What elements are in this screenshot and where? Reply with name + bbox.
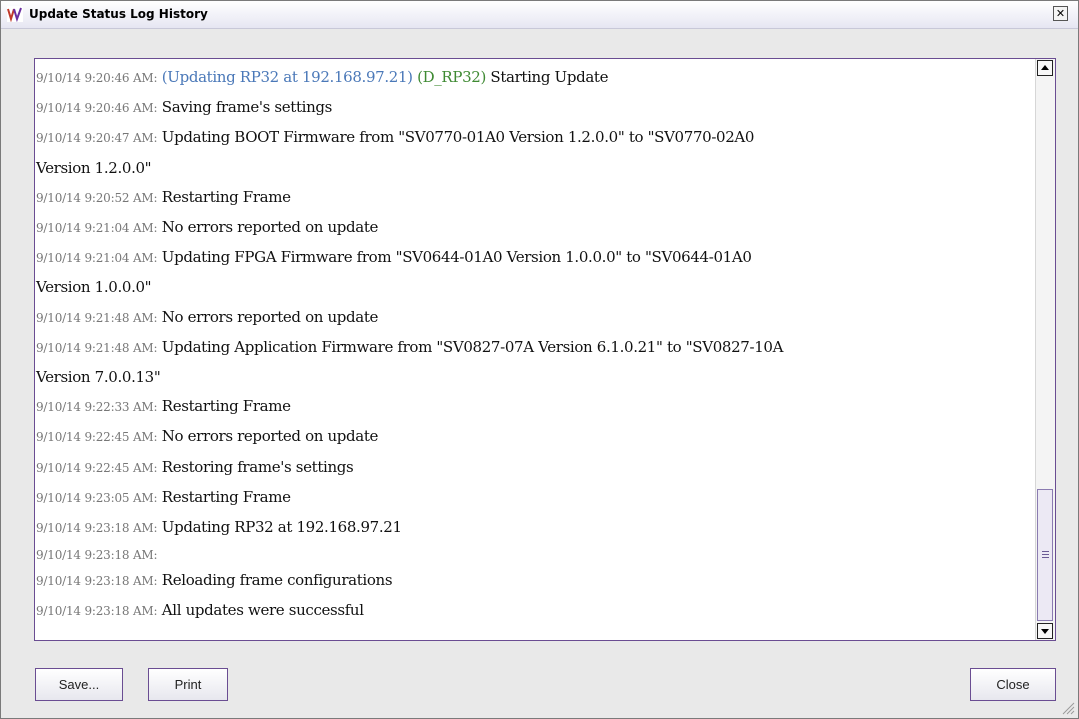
log-message: Restarting Frame — [161, 187, 291, 206]
log-message-continuation: Version 7.0.0.13" — [36, 368, 161, 387]
log-message: Starting Update — [490, 68, 609, 86]
log-timestamp: 9/10/14 9:23:18 AM: — [36, 604, 158, 619]
log-message-continuation: Version 1.2.0.0" — [36, 158, 152, 177]
log-message: Restarting Frame — [161, 397, 291, 416]
log-message: No errors reported on update — [161, 427, 379, 446]
log-line: 9/10/14 9:22:33 AM: Restarting Frame — [35, 392, 1035, 422]
vertical-scrollbar[interactable] — [1035, 59, 1055, 640]
log-lines: 9/10/14 9:20:46 AM: (Updating RP32 at 19… — [35, 63, 1035, 627]
log-timestamp: 9/10/14 9:20:47 AM: — [36, 131, 158, 146]
title-bar: Update Status Log History ✕ — [1, 1, 1078, 29]
log-timestamp: 9/10/14 9:23:18 AM: — [36, 574, 158, 589]
log-line: 9/10/14 9:21:48 AM: No errors reported o… — [35, 303, 1035, 333]
log-message: Updating BOOT Firmware from "SV0770-01A0… — [161, 128, 755, 147]
scroll-up-button[interactable] — [1037, 60, 1053, 76]
log-timestamp: 9/10/14 9:21:04 AM: — [36, 251, 158, 266]
update-status-log-window: Update Status Log History ✕ 9/10/14 9:20… — [0, 0, 1079, 719]
log-text-area[interactable]: 9/10/14 9:20:46 AM: (Updating RP32 at 19… — [34, 58, 1056, 641]
log-message-continuation: Version 1.0.0.0" — [36, 278, 152, 297]
log-line: 9/10/14 9:21:04 AM: Updating FPGA Firmwa… — [35, 243, 1035, 273]
log-line: 9/10/14 9:21:04 AM: No errors reported o… — [35, 213, 1035, 243]
log-message: Updating Application Firmware from "SV08… — [161, 337, 784, 356]
log-line: 9/10/14 9:20:47 AM: Updating BOOT Firmwa… — [35, 123, 1035, 153]
log-timestamp: 9/10/14 9:21:48 AM: — [36, 310, 158, 325]
log-timestamp: 9/10/14 9:21:04 AM: — [36, 221, 158, 236]
log-timestamp: 9/10/14 9:23:18 AM: — [36, 521, 158, 536]
scrollbar-thumb[interactable] — [1037, 489, 1053, 621]
log-timestamp: 9/10/14 9:22:45 AM: — [36, 430, 158, 445]
log-message: Restoring frame's settings — [161, 457, 354, 476]
log-line: 9/10/14 9:20:46 AM: (Updating RP32 at 19… — [35, 63, 1035, 93]
log-line: 9/10/14 9:22:45 AM: No errors reported o… — [35, 422, 1035, 452]
log-line: 9/10/14 9:20:52 AM: Restarting Frame — [35, 183, 1035, 213]
log-timestamp: 9/10/14 9:21:48 AM: — [36, 340, 158, 355]
log-line: 9/10/14 9:23:18 AM: — [35, 543, 1035, 566]
log-timestamp: 9/10/14 9:20:46 AM: — [36, 101, 158, 116]
resize-grip-icon[interactable] — [1061, 701, 1075, 715]
log-line: 9/10/14 9:22:45 AM: Restoring frame's se… — [35, 453, 1035, 483]
log-timestamp: 9/10/14 9:22:33 AM: — [36, 400, 158, 415]
save-button[interactable]: Save... — [35, 668, 123, 701]
log-update-target: (Updating RP32 at 192.168.97.21) — [161, 68, 413, 86]
log-line: 9/10/14 9:21:48 AM: Updating Application… — [35, 333, 1035, 363]
print-button[interactable]: Print — [148, 668, 228, 701]
log-message: Updating RP32 at 192.168.97.21 — [161, 518, 402, 537]
log-line: 9/10/14 9:20:46 AM: Saving frame's setti… — [35, 93, 1035, 123]
log-line: 9/10/14 9:23:05 AM: Restarting Frame — [35, 483, 1035, 513]
log-message: No errors reported on update — [161, 307, 379, 326]
log-message: Updating FPGA Firmware from "SV0644-01A0… — [161, 248, 752, 267]
log-message: Reloading frame configurations — [161, 571, 393, 590]
scroll-down-button[interactable] — [1037, 623, 1053, 639]
app-logo-icon — [7, 6, 23, 22]
window-title: Update Status Log History — [29, 7, 208, 21]
log-line: 9/10/14 9:23:18 AM: Reloading frame conf… — [35, 566, 1035, 596]
log-message: Saving frame's settings — [161, 98, 333, 117]
close-button[interactable]: Close — [970, 668, 1056, 701]
log-line: 9/10/14 9:23:18 AM: Updating RP32 at 192… — [35, 513, 1035, 543]
scrollbar-grip-icon — [1042, 551, 1049, 560]
log-message: No errors reported on update — [161, 218, 379, 237]
log-timestamp: 9/10/14 9:20:46 AM: — [36, 71, 158, 85]
log-line: 9/10/14 9:23:18 AM: All updates were suc… — [35, 596, 1035, 626]
scroll-up-arrow-icon — [1041, 65, 1049, 70]
log-message: All updates were successful — [161, 601, 364, 620]
log-timestamp: 9/10/14 9:22:45 AM: — [36, 460, 158, 475]
title-close-button[interactable]: ✕ — [1053, 6, 1068, 21]
log-message: Restarting Frame — [161, 487, 291, 506]
log-device-name: (D_RP32) — [417, 68, 486, 86]
scroll-down-arrow-icon — [1041, 629, 1049, 634]
log-timestamp: 9/10/14 9:23:18 AM: — [36, 548, 158, 563]
log-timestamp: 9/10/14 9:20:52 AM: — [36, 190, 158, 205]
log-timestamp: 9/10/14 9:23:05 AM: — [36, 490, 158, 505]
